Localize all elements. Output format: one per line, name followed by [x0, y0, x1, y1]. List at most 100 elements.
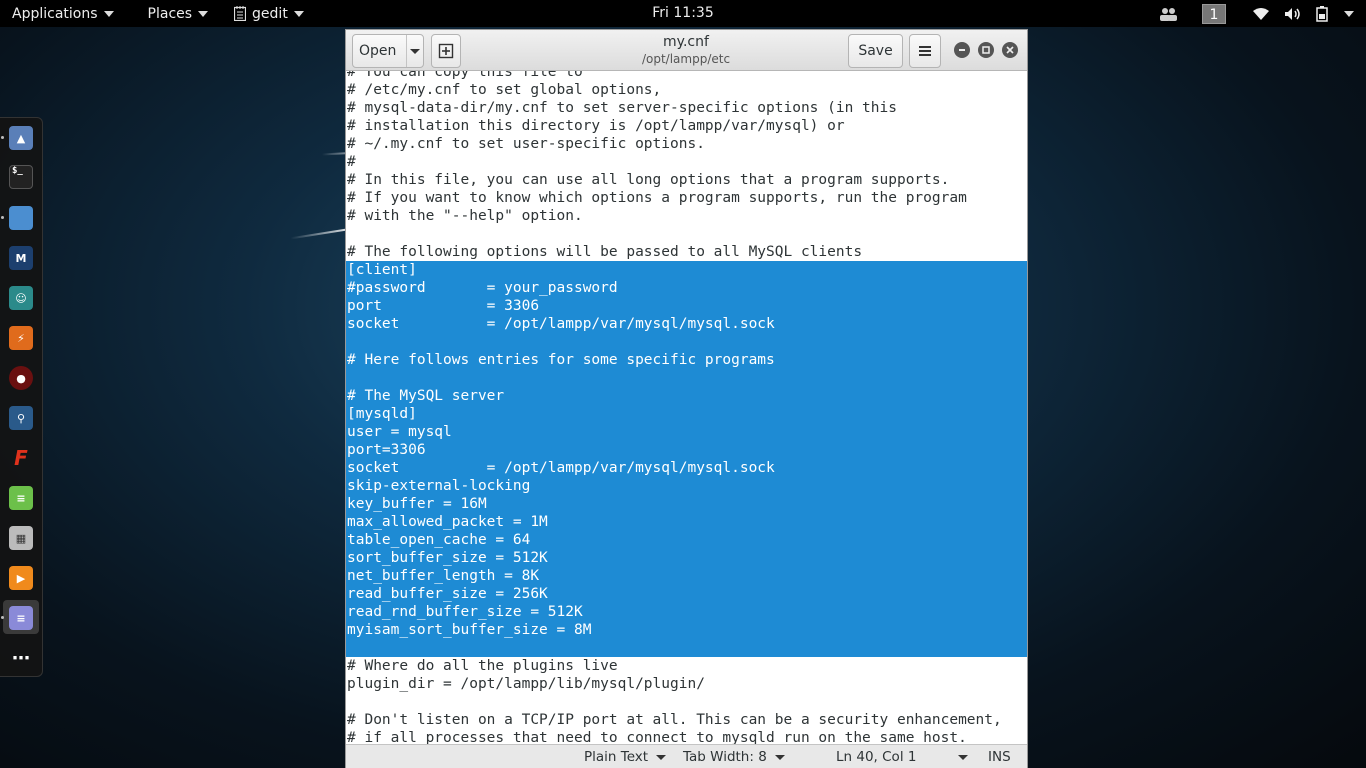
editor-line: sort_buffer_size = 512K — [347, 550, 548, 566]
language-selector[interactable]: Plain Text — [584, 745, 667, 768]
editor-line: port = 3306 — [347, 298, 540, 314]
dock-item-faraday[interactable]: F — [9, 446, 33, 470]
editor-line: # The following options will be passed t… — [347, 244, 863, 260]
editor-line: max_allowed_packet = 1M — [347, 514, 548, 530]
dock-item-armitage[interactable]: ☺ — [9, 286, 33, 310]
hamburger-icon — [919, 46, 931, 56]
window-title-area: my.cnf /opt/lampp/etc — [546, 33, 826, 67]
tab-width-selector[interactable]: Tab Width: 8 — [683, 745, 785, 768]
dock-item-maltego[interactable]: ⚲ — [9, 406, 33, 430]
insert-mode-indicator[interactable]: INS — [988, 745, 1011, 768]
minimize-icon — [959, 49, 965, 51]
dock-item-burpsuite[interactable]: ⚡ — [9, 326, 33, 350]
people-icon[interactable] — [1158, 6, 1178, 22]
desktop-light-streak — [290, 228, 351, 240]
show-applications-icon[interactable]: ⋯ — [9, 646, 33, 670]
applications-menu[interactable]: Applications — [0, 0, 126, 27]
new-document-button[interactable] — [431, 34, 461, 68]
dock-item-red-app[interactable]: ● — [9, 366, 33, 390]
dock-item-terminal[interactable]: $_ — [9, 165, 33, 189]
dock-item-gedit[interactable]: ≡ — [9, 606, 33, 630]
editor-line: socket = /opt/lampp/var/mysql/mysql.sock — [347, 316, 775, 332]
editor-line: port=3306 — [347, 442, 426, 458]
editor-line: # installation this directory is /opt/la… — [347, 118, 845, 134]
editor-line: # If you want to know which options a pr… — [347, 190, 967, 206]
maximize-button[interactable] — [978, 42, 994, 58]
editor-line: #password = your_password — [347, 280, 618, 296]
editor-line: # if all processes that need to connect … — [347, 730, 967, 744]
editor-line: skip-external-locking — [347, 478, 531, 494]
wifi-icon[interactable] — [1252, 7, 1270, 21]
chevron-down-icon — [410, 48, 421, 54]
editor-line: [mysqld] — [347, 406, 417, 422]
open-button[interactable]: Open — [352, 34, 424, 68]
dock-item-metasploit[interactable]: M — [9, 246, 33, 270]
editor-line: # In this file, you can use all long opt… — [347, 172, 950, 188]
hamburger-menu-button[interactable] — [909, 34, 941, 68]
editor-line: # The MySQL server — [347, 388, 505, 404]
places-menu-label: Places — [147, 5, 193, 22]
top-panel: Applications Places gedit Fri 11:35 1 — [0, 0, 1366, 27]
window-title: my.cnf — [663, 34, 709, 50]
editor-line: # Don't listen on a TCP/IP port at all. … — [347, 712, 1002, 728]
status-bar: Plain Text Tab Width: 8 Ln 40, Col 1 INS — [346, 744, 1027, 768]
running-indicator — [1, 616, 4, 619]
editor-line: # Here follows entries for some specific… — [347, 352, 775, 368]
text-editor-icon — [234, 6, 247, 21]
places-menu[interactable]: Places — [126, 0, 221, 27]
workspace-indicator[interactable]: 1 — [1202, 3, 1226, 24]
clock[interactable]: Fri 11:35 — [652, 5, 713, 21]
chevron-down-icon — [958, 754, 969, 760]
system-tray: 1 — [1158, 0, 1354, 27]
text-editor-area[interactable]: # You can copy this file to # /etc/my.cnf… — [346, 71, 1027, 744]
system-menu-chevron-icon[interactable] — [1344, 10, 1354, 17]
editor-line: # Where do all the plugins live — [347, 658, 618, 674]
cursor-position-selector[interactable]: Ln 40, Col 1 — [836, 745, 969, 768]
editor-line: # You can copy this file to — [347, 71, 583, 80]
editor-line: # — [347, 154, 356, 170]
chevron-down-icon — [656, 754, 667, 760]
dock-item-media-player[interactable]: ▶ — [9, 566, 33, 590]
close-icon — [1006, 46, 1014, 54]
editor-line: key_buffer = 16M — [347, 496, 487, 512]
chevron-down-icon — [103, 10, 114, 17]
chevron-down-icon — [774, 754, 785, 760]
header-bar: Open my.cnf /opt/lampp/etc Save — [346, 30, 1027, 71]
language-label: Plain Text — [584, 749, 649, 765]
editor-line: plugin_dir = /opt/lampp/lib/mysql/plugin… — [347, 676, 705, 692]
editor-line: # mysql-data-dir/my.cnf to set server-sp… — [347, 100, 897, 116]
maximize-icon — [982, 46, 990, 54]
dock-item-calculator[interactable]: ▦ — [9, 526, 33, 550]
cursor-position-label: Ln 40, Col 1 — [836, 749, 917, 765]
app-menu[interactable]: gedit — [220, 0, 316, 27]
chevron-down-icon — [293, 10, 304, 17]
chevron-down-icon — [198, 10, 209, 17]
window-subtitle: /opt/lampp/etc — [641, 52, 731, 66]
editor-line: # ~/.my.cnf to set user-specific options… — [347, 136, 705, 152]
running-indicator — [1, 216, 4, 219]
editor-line: socket = /opt/lampp/var/mysql/mysql.sock — [347, 460, 775, 476]
editor-line: [client] — [347, 262, 417, 278]
gedit-window: Open my.cnf /opt/lampp/etc Save # You ca… — [345, 29, 1028, 768]
battery-icon[interactable] — [1316, 5, 1330, 22]
editor-line: table_open_cache = 64 — [347, 532, 531, 548]
editor-line: myisam_sort_buffer_size = 8M — [347, 622, 592, 638]
dock: ▲ $_ M ☺ ⚡ ● ⚲ F ≡ ▦ ▶ ≡ ⋯ — [0, 117, 43, 677]
new-tab-icon — [438, 43, 454, 59]
dock-item-notes[interactable]: ≡ — [9, 486, 33, 510]
close-button[interactable] — [1002, 42, 1018, 58]
minimize-button[interactable] — [954, 42, 970, 58]
save-button[interactable]: Save — [848, 34, 903, 68]
dock-item-files[interactable] — [9, 206, 33, 230]
open-button-label: Open — [353, 35, 408, 67]
editor-line: # with the "--help" option. — [347, 208, 583, 224]
running-indicator — [1, 136, 4, 139]
dock-item-ghost-app[interactable]: ▲ — [9, 126, 33, 150]
volume-icon[interactable] — [1284, 7, 1302, 21]
applications-menu-label: Applications — [12, 5, 98, 22]
